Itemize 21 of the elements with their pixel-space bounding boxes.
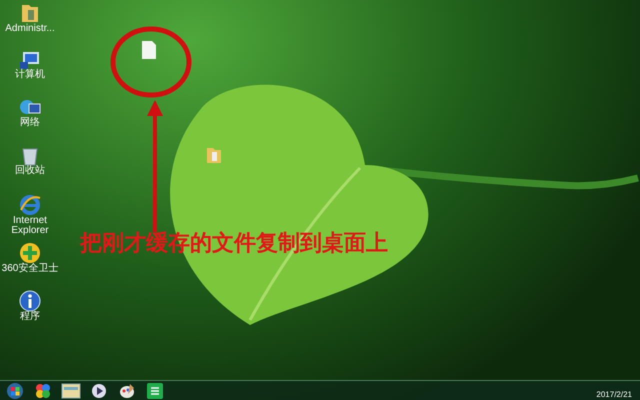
icon-label[interactable]: Administr... (0, 24, 60, 34)
icon-label[interactable]: Internet Explorer (0, 216, 60, 236)
icon-label[interactable]: 程序 (0, 312, 60, 322)
start-button-icon[interactable] (6, 382, 24, 400)
plus-circle-icon[interactable] (19, 242, 41, 264)
icon-label[interactable]: 360安全卫士 (0, 264, 60, 274)
recycle-bin-icon[interactable] (21, 146, 39, 166)
pinwheel-icon[interactable] (34, 382, 52, 400)
palette-icon[interactable] (118, 382, 136, 400)
browser-e-icon[interactable] (19, 194, 41, 216)
spreadsheet-app-icon[interactable] (146, 382, 164, 400)
media-player-icon[interactable] (90, 382, 108, 400)
document-icon[interactable] (141, 40, 157, 60)
annotation-text: 把刚才缓存的文件复制到桌面上 (80, 230, 388, 256)
icon-label[interactable]: 网络 (0, 118, 60, 128)
icon-label[interactable]: 计算机 (0, 70, 60, 80)
clock[interactable]: 2017/2/21 (596, 382, 636, 398)
info-icon[interactable] (19, 290, 41, 312)
computer-icon[interactable] (19, 50, 41, 70)
folder-icon[interactable] (61, 382, 81, 400)
icon-label[interactable]: 回收站 (0, 166, 60, 176)
